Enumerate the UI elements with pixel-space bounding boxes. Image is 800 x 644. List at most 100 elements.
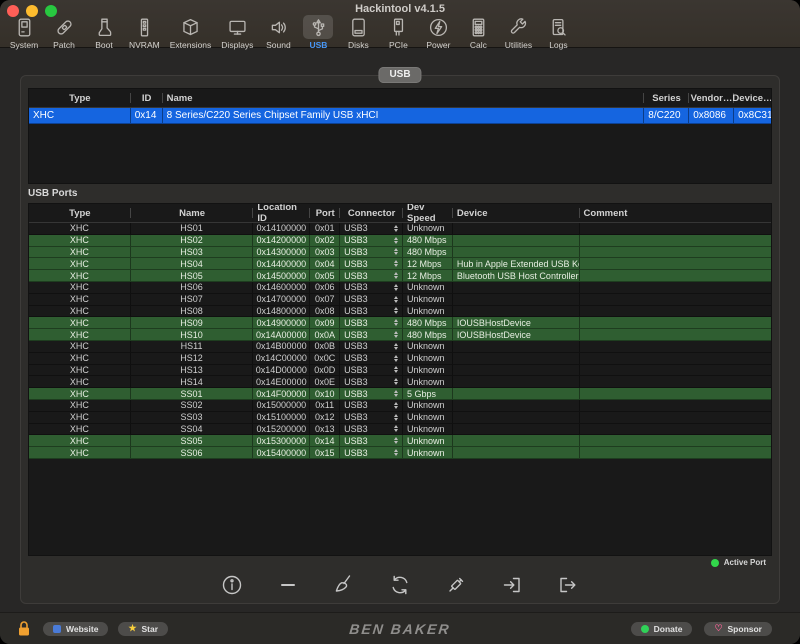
column-header[interactable]: Device: [453, 204, 580, 222]
toolbar-item-power[interactable]: Power: [418, 15, 458, 50]
cell-connector[interactable]: USB3: [340, 435, 403, 446]
controller-row[interactable]: XHC0x148 Series/C220 Series Chipset Fami…: [29, 108, 771, 124]
port-row[interactable]: XHCHS140x14E000000x0EUSB3Unknown: [29, 376, 771, 388]
connector-stepper[interactable]: [394, 319, 398, 326]
tab-usb[interactable]: USB: [378, 67, 421, 83]
toolbar-item-usb[interactable]: USB: [298, 15, 338, 50]
cell-connector[interactable]: USB3: [340, 424, 403, 435]
column-header[interactable]: Dev Speed: [403, 204, 453, 222]
connector-stepper[interactable]: [394, 237, 398, 244]
connector-stepper[interactable]: [394, 307, 398, 314]
connector-stepper[interactable]: [394, 260, 398, 267]
cell-connector[interactable]: USB3: [340, 317, 403, 328]
port-row[interactable]: XHCHS020x142000000x02USB3480 Mbps: [29, 235, 771, 247]
cell-connector[interactable]: USB3: [340, 235, 403, 246]
cell-type: XHC: [29, 223, 131, 234]
export-button[interactable]: [555, 573, 581, 599]
port-row[interactable]: XHCHS040x144000000x04USB312 MbpsHub in A…: [29, 258, 771, 270]
column-header[interactable]: Series: [644, 89, 689, 107]
port-row[interactable]: XHCHS100x14A000000x0AUSB3480 MbpsIOUSBHo…: [29, 329, 771, 341]
cell-connector[interactable]: USB3: [340, 247, 403, 258]
toolbar-item-pcie[interactable]: PCIe: [378, 15, 418, 50]
connector-stepper[interactable]: [394, 366, 398, 373]
port-row[interactable]: XHCSS050x153000000x14USB3Unknown: [29, 435, 771, 447]
cell-connector[interactable]: USB3: [340, 376, 403, 387]
info-button[interactable]: [219, 573, 245, 599]
port-row[interactable]: XHCSS030x151000000x12USB3Unknown: [29, 412, 771, 424]
cell-connector[interactable]: USB3: [340, 365, 403, 376]
cell-connector[interactable]: USB3: [340, 388, 403, 399]
toolbar-item-utilities[interactable]: Utilities: [498, 15, 538, 50]
port-row[interactable]: XHCHS010x141000000x01USB3Unknown: [29, 223, 771, 235]
connector-stepper[interactable]: [394, 390, 398, 397]
column-header[interactable]: ID: [131, 89, 163, 107]
cell-port: 0x0E: [310, 376, 340, 387]
cell-connector[interactable]: USB3: [340, 294, 403, 305]
column-header[interactable]: Name: [131, 204, 254, 222]
connector-stepper[interactable]: [394, 378, 398, 385]
connector-stepper[interactable]: [394, 343, 398, 350]
column-header[interactable]: Comment: [580, 204, 771, 222]
toolbar-item-nvram[interactable]: NVRAM: [124, 15, 165, 50]
cell-connector[interactable]: USB3: [340, 270, 403, 281]
port-row[interactable]: XHCHS130x14D000000x0DUSB3Unknown: [29, 365, 771, 377]
port-row[interactable]: XHCHS050x145000000x05USB312 MbpsBluetoot…: [29, 270, 771, 282]
port-row[interactable]: XHCSS010x14F000000x10USB35 Gbps: [29, 388, 771, 400]
connector-stepper[interactable]: [394, 449, 398, 456]
toolbar-item-boot[interactable]: Boot: [84, 15, 124, 50]
connector-stepper[interactable]: [394, 248, 398, 255]
toolbar-item-extensions[interactable]: Extensions: [165, 15, 217, 50]
toolbar-item-displays[interactable]: Displays: [216, 15, 258, 50]
toolbar-item-disks[interactable]: Disks: [338, 15, 378, 50]
inject-button[interactable]: [443, 573, 469, 599]
cell-connector[interactable]: USB3: [340, 353, 403, 364]
clean-button[interactable]: [331, 573, 357, 599]
port-row[interactable]: XHCHS090x149000000x09USB3480 MbpsIOUSBHo…: [29, 317, 771, 329]
cell-connector[interactable]: USB3: [340, 447, 403, 458]
cell-connector[interactable]: USB3: [340, 412, 403, 423]
import-button[interactable]: [499, 573, 525, 599]
cell-connector[interactable]: USB3: [340, 306, 403, 317]
port-row[interactable]: XHCHS070x147000000x07USB3Unknown: [29, 294, 771, 306]
column-header[interactable]: Connector: [340, 204, 403, 222]
port-row[interactable]: XHCHS080x148000000x08USB3Unknown: [29, 306, 771, 318]
connector-stepper[interactable]: [394, 272, 398, 279]
cell-connector[interactable]: USB3: [340, 341, 403, 352]
column-header[interactable]: Port: [310, 204, 340, 222]
column-header[interactable]: Type: [29, 204, 131, 222]
column-header[interactable]: Location ID: [253, 204, 310, 222]
remove-button[interactable]: [275, 573, 301, 599]
cell-connector[interactable]: USB3: [340, 258, 403, 269]
connector-stepper[interactable]: [394, 296, 398, 303]
connector-stepper[interactable]: [394, 425, 398, 432]
toolbar-item-sound[interactable]: Sound: [258, 15, 298, 50]
port-row[interactable]: XHCSS060x154000000x15USB3Unknown: [29, 447, 771, 459]
port-row[interactable]: XHCHS030x143000000x03USB3480 Mbps: [29, 247, 771, 259]
port-row[interactable]: XHCHS110x14B000000x0BUSB3Unknown: [29, 341, 771, 353]
port-row[interactable]: XHCHS060x146000000x06USB3Unknown: [29, 282, 771, 294]
cell-connector[interactable]: USB3: [340, 329, 403, 340]
connector-stepper[interactable]: [394, 402, 398, 409]
cell-name: HS02: [131, 235, 254, 246]
toolbar-item-calc[interactable]: Calc: [458, 15, 498, 50]
toolbar-item-system[interactable]: System: [4, 15, 44, 50]
toolbar-item-patch[interactable]: Patch: [44, 15, 84, 50]
cell-connector[interactable]: USB3: [340, 282, 403, 293]
cell-connector[interactable]: USB3: [340, 223, 403, 234]
connector-stepper[interactable]: [394, 437, 398, 444]
port-row[interactable]: XHCSS040x152000000x13USB3Unknown: [29, 424, 771, 436]
column-header[interactable]: Type: [29, 89, 131, 107]
cell-connector[interactable]: USB3: [340, 400, 403, 411]
connector-stepper[interactable]: [394, 355, 398, 362]
connector-stepper[interactable]: [394, 284, 398, 291]
port-row[interactable]: XHCSS020x150000000x11USB3Unknown: [29, 400, 771, 412]
column-header[interactable]: Name: [163, 89, 644, 107]
connector-stepper[interactable]: [394, 225, 398, 232]
connector-stepper[interactable]: [394, 414, 398, 421]
port-row[interactable]: XHCHS120x14C000000x0CUSB3Unknown: [29, 353, 771, 365]
refresh-button[interactable]: [387, 573, 413, 599]
column-header[interactable]: Device…: [734, 89, 771, 107]
connector-stepper[interactable]: [394, 331, 398, 338]
toolbar-item-logs[interactable]: Logs: [538, 15, 578, 50]
column-header[interactable]: Vendor…: [689, 89, 734, 107]
